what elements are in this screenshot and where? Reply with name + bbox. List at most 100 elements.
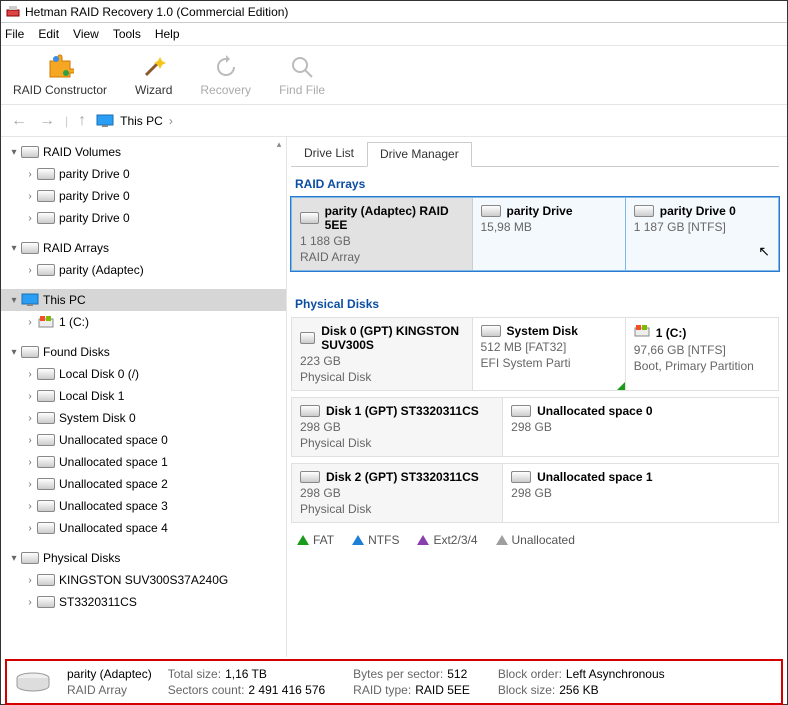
tree-item[interactable]: ›parity (Adaptec) (1, 259, 286, 281)
drive-icon (37, 478, 55, 490)
caret-down-icon[interactable]: ▾ (7, 347, 21, 358)
legend-unallocated: Unallocated (496, 533, 575, 547)
drive-icon (37, 368, 55, 380)
drive-icon (300, 332, 315, 344)
drive-icon (481, 205, 501, 217)
tool-find-file: Find File (279, 53, 325, 97)
menu-edit[interactable]: Edit (38, 27, 59, 41)
win-drive-icon (634, 324, 650, 341)
tree-item[interactable]: ›Unallocated space 1 (1, 451, 286, 473)
app-icon (5, 4, 21, 20)
main: ▴ ▾ RAID Volumes ›parity Drive 0 ›parity… (1, 137, 787, 657)
drive-icon (481, 325, 501, 337)
tool-label: Find File (279, 83, 325, 97)
breadcrumb-root[interactable]: This PC (120, 114, 163, 128)
drive-icon (37, 596, 55, 608)
drive-icon (511, 405, 531, 417)
breadcrumb[interactable]: This PC › (96, 114, 173, 128)
monitor-icon (21, 293, 39, 307)
drive-icon (37, 212, 55, 224)
nav-forward: → (37, 112, 57, 130)
tree-item[interactable]: ›KINGSTON SUV300S37A240G (1, 569, 286, 591)
menu-view[interactable]: View (73, 27, 99, 41)
drive-icon (37, 500, 55, 512)
status-properties: Total size:1,16 TB Sectors count:2 491 4… (168, 667, 665, 697)
drive-icon (37, 264, 55, 276)
menu-help[interactable]: Help (155, 27, 180, 41)
section-raid-arrays: RAID Arrays (295, 177, 779, 191)
raid-card-part[interactable]: parity Drive 15,98 MB (473, 198, 626, 270)
status-name-block: parity (Adaptec) RAID Array (67, 667, 152, 697)
caret-down-icon[interactable]: ▾ (7, 147, 21, 158)
tab-drive-list[interactable]: Drive List (291, 141, 367, 166)
tree-group-found-disks[interactable]: ▾ Found Disks (1, 341, 286, 363)
tool-label: Wizard (135, 83, 172, 97)
tree-group-raid-volumes[interactable]: ▾ RAID Volumes (1, 141, 286, 163)
tool-wizard[interactable]: Wizard (135, 53, 172, 97)
tree-item[interactable]: ›Unallocated space 3 (1, 495, 286, 517)
tree-item[interactable]: ›Unallocated space 4 (1, 517, 286, 539)
tree-item[interactable]: ›Local Disk 1 (1, 385, 286, 407)
raid-card-part[interactable]: parity Drive 0 1 187 GB [NTFS] ↖ (626, 198, 778, 270)
legend-ntfs: NTFS (352, 533, 399, 547)
caret-down-icon[interactable]: ▾ (7, 295, 21, 306)
drive-icon (21, 346, 39, 358)
drive-icon (15, 670, 51, 694)
caret-down-icon[interactable]: ▾ (7, 553, 21, 564)
wand-icon (140, 53, 168, 81)
tree-item[interactable]: ›parity Drive 0 (1, 185, 286, 207)
disk-row[interactable]: Disk 2 (GPT) ST3320311CS 298 GB Physical… (291, 463, 779, 523)
drive-icon (37, 434, 55, 446)
partition-cell[interactable]: System Disk 512 MB [FAT32] EFI System Pa… (473, 318, 626, 390)
tree-item[interactable]: ›System Disk 0 (1, 407, 286, 429)
tool-label: Recovery (200, 83, 251, 97)
drive-icon (300, 471, 320, 483)
scroll-up-icon[interactable]: ▴ (274, 139, 284, 151)
menubar: File Edit View Tools Help (1, 23, 787, 45)
tab-drive-manager[interactable]: Drive Manager (367, 142, 472, 167)
section-physical-disks: Physical Disks (295, 297, 779, 311)
sidebar[interactable]: ▴ ▾ RAID Volumes ›parity Drive 0 ›parity… (1, 137, 287, 657)
tree-group-raid-arrays[interactable]: ▾ RAID Arrays (1, 237, 286, 259)
drive-icon (21, 552, 39, 564)
disk-row[interactable]: Disk 0 (GPT) KINGSTON SUV300S 223 GB Phy… (291, 317, 779, 391)
statusbar: parity (Adaptec) RAID Array Total size:1… (5, 659, 783, 705)
tree-item-c-drive[interactable]: ›1 (C:) (1, 311, 286, 333)
puzzle-icon (46, 53, 74, 81)
navbar: ← → | ↑ This PC › (1, 105, 787, 137)
tree-group-physical-disks[interactable]: ▾ Physical Disks (1, 547, 286, 569)
nav-back[interactable]: ← (9, 112, 29, 130)
drive-icon (300, 212, 319, 224)
tree-item[interactable]: ›Unallocated space 2 (1, 473, 286, 495)
caret-down-icon[interactable]: ▾ (7, 243, 21, 254)
partition-cell[interactable]: 1 (C:) 97,66 GB [NTFS] Boot, Primary Par… (626, 318, 778, 390)
tree-item[interactable]: ›ST3320311CS (1, 591, 286, 613)
menu-tools[interactable]: Tools (113, 27, 141, 41)
monitor-icon (96, 114, 114, 128)
tree-item[interactable]: ›parity Drive 0 (1, 207, 286, 229)
tree-group-this-pc[interactable]: ▾ This PC (1, 289, 286, 311)
drive-icon (37, 522, 55, 534)
triangle-icon (352, 535, 364, 545)
drive-icon (300, 405, 320, 417)
drive-icon (21, 146, 39, 158)
win-drive-icon (37, 315, 55, 329)
tool-raid-constructor[interactable]: RAID Constructor (13, 53, 107, 97)
drive-icon (37, 412, 55, 424)
partition-cell[interactable]: Unallocated space 0 298 GB (503, 398, 778, 456)
disk-row[interactable]: Disk 1 (GPT) ST3320311CS 298 GB Physical… (291, 397, 779, 457)
raid-array-row[interactable]: parity (Adaptec) RAID 5EE 1 188 GB RAID … (291, 197, 779, 271)
nav-up[interactable]: ↑ (76, 112, 88, 130)
tree-item[interactable]: ›Unallocated space 0 (1, 429, 286, 451)
drive-icon (37, 190, 55, 202)
partition-cell[interactable]: Unallocated space 1 298 GB (503, 464, 778, 522)
menu-file[interactable]: File (5, 27, 24, 41)
status-type: RAID Array (67, 683, 152, 697)
tree-item[interactable]: ›Local Disk 0 (/) (1, 363, 286, 385)
drive-icon (634, 205, 654, 217)
titlebar: Hetman RAID Recovery 1.0 (Commercial Edi… (1, 1, 787, 23)
triangle-icon (496, 535, 508, 545)
toolbar: RAID Constructor Wizard Recovery Find Fi… (1, 45, 787, 105)
tree-item[interactable]: ›parity Drive 0 (1, 163, 286, 185)
raid-card-main[interactable]: parity (Adaptec) RAID 5EE 1 188 GB RAID … (292, 198, 473, 270)
